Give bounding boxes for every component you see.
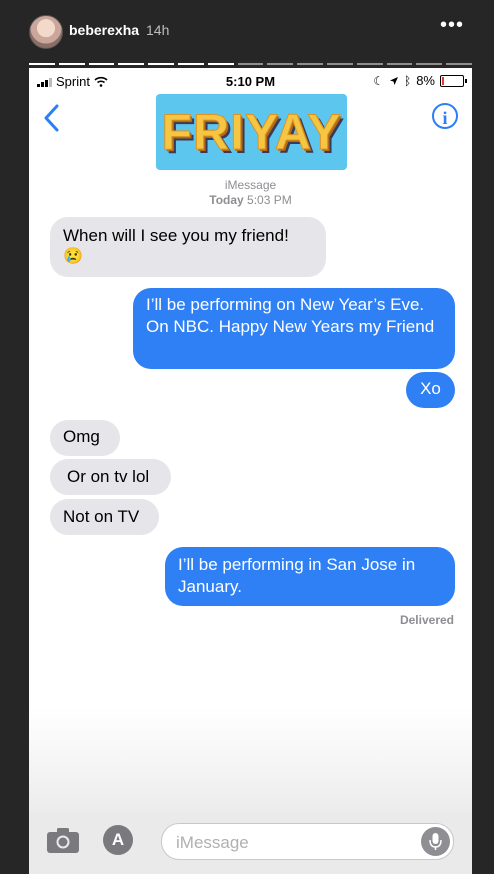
progress-segment: [88, 63, 115, 65]
bluetooth-icon: ᛒ: [404, 73, 412, 88]
friyay-sticker[interactable]: FRIYAY: [156, 94, 347, 170]
progress-segment: [267, 63, 294, 65]
progress-segment: [148, 63, 174, 65]
info-icon[interactable]: i: [432, 103, 458, 129]
message-text: I’ll be performing on New Year’s Eve. On…: [146, 295, 435, 336]
story-username[interactable]: beberexha: [69, 22, 139, 38]
message-bubble-received[interactable]: Omg: [50, 420, 120, 456]
message-bubble-sent[interactable]: I’ll be performing in San Jose in Januar…: [165, 547, 455, 606]
progress-segment: [177, 63, 204, 65]
progress-segment: [356, 63, 383, 65]
message-text: I’ll be performing in San Jose in Januar…: [178, 555, 416, 596]
battery-percent: 8%: [416, 73, 435, 88]
avatar[interactable]: [29, 15, 63, 49]
message-bubble-sent[interactable]: I’ll be performing on New Year’s Eve. On…: [133, 288, 455, 369]
message-text: When will I see you my friend!: [63, 226, 289, 245]
progress-segment: [207, 63, 234, 65]
location-icon: [390, 76, 398, 85]
progress-segment: [386, 63, 413, 65]
message-bubble-received[interactable]: Or on tv lol: [50, 459, 171, 495]
progress-segment: [416, 63, 443, 65]
progress-segment: [118, 63, 145, 65]
status-right: ☾ ᛒ 8%: [373, 73, 467, 88]
progress-segment: [29, 63, 55, 65]
story-time: 14h: [146, 22, 170, 38]
imessage-screenshot: Sprint 5:10 PM ☾ ᛒ 8% FRIYAY i iMessage …: [29, 68, 472, 874]
service-label: iMessage: [224, 178, 277, 192]
message-text: Not on TV: [63, 507, 140, 526]
message-text: Omg: [63, 427, 100, 446]
battery-icon: [440, 74, 467, 87]
message-emoji: 😢: [63, 248, 83, 265]
camera-icon[interactable]: [46, 826, 80, 854]
message-input[interactable]: iMessage: [161, 823, 454, 860]
status-bar: Sprint 5:10 PM ☾ ᛒ 8%: [29, 68, 472, 94]
progress-segment: [58, 63, 85, 65]
moon-icon: ☾: [373, 73, 384, 88]
more-options-icon[interactable]: •••: [440, 15, 466, 41]
conversation-timestamp: iMessage Today 5:03 PM: [29, 178, 472, 208]
microphone-icon[interactable]: [421, 827, 450, 856]
date-time: 5:03 PM: [247, 193, 292, 207]
message-bubble-received[interactable]: Not on TV: [50, 499, 159, 535]
message-bubble-sent[interactable]: Xo: [406, 372, 455, 408]
message-bubble-received[interactable]: When will I see you my friend! 😢: [50, 217, 326, 277]
app-store-icon[interactable]: A: [103, 825, 133, 855]
microphone-glyph: [429, 833, 442, 850]
delivered-status: Delivered: [399, 613, 454, 627]
bottom-fade: [29, 708, 472, 828]
progress-segment: [446, 63, 472, 65]
progress-segment: [297, 63, 323, 65]
message-input-placeholder: iMessage: [176, 833, 249, 852]
message-text: Or on tv lol: [67, 467, 150, 486]
story-progress: [29, 63, 472, 66]
progress-segment: [326, 63, 353, 65]
message-text: Xo: [420, 379, 441, 398]
back-chevron-icon[interactable]: [37, 100, 67, 136]
date-prefix: Today: [209, 193, 244, 207]
sticker-text: FRIYAY: [161, 104, 342, 161]
story-header: beberexha 14h •••: [0, 0, 494, 62]
progress-segment: [237, 63, 264, 65]
